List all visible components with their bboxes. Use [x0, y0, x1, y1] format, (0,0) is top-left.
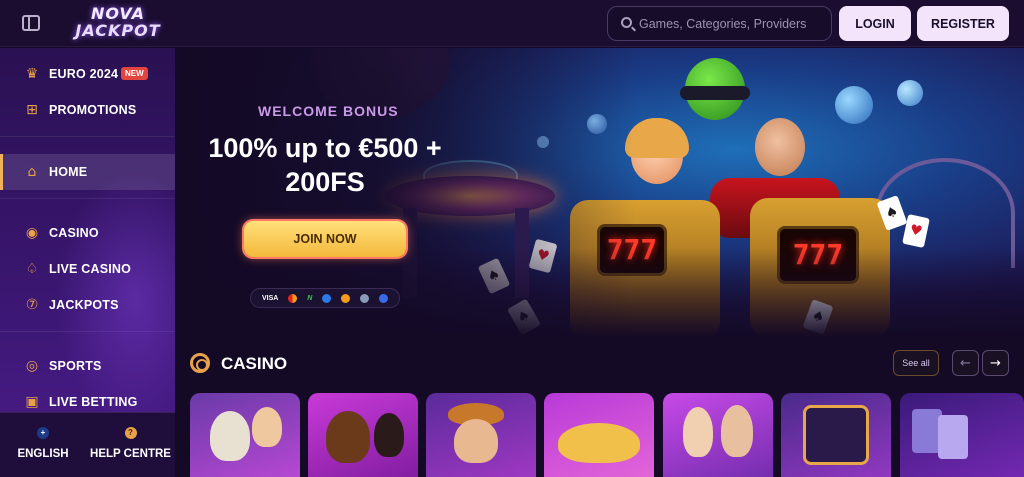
- search-box[interactable]: [607, 6, 832, 41]
- trophy-icon: ♛: [25, 66, 39, 82]
- divider: [0, 136, 175, 137]
- game-thumbnail-figure: [683, 407, 713, 457]
- section-title: CASINO: [221, 354, 288, 373]
- bitcoin-icon: [341, 293, 351, 303]
- game-thumbnail-figure: [938, 415, 968, 459]
- top-bar: NOVA JACKPOT LOGIN REGISTER: [0, 0, 1024, 47]
- language-selector[interactable]: + ENGLISH: [0, 413, 86, 477]
- chip-icon: ◉: [25, 225, 39, 241]
- sidebar-item-casino[interactable]: ◉ CASINO: [0, 215, 175, 251]
- game-thumbnail-figure: [454, 419, 498, 463]
- see-all-button[interactable]: See all: [893, 350, 939, 376]
- join-now-button[interactable]: JOIN NOW: [244, 221, 406, 257]
- game-tile[interactable]: [900, 393, 1024, 477]
- goggles-image: [680, 86, 750, 100]
- sidebar-item-label: EURO 2024: [49, 67, 119, 81]
- neteller-icon: N: [307, 294, 313, 302]
- new-badge: NEW: [121, 67, 148, 80]
- search-icon: [621, 17, 632, 28]
- game-thumbnail-figure: [721, 405, 753, 457]
- sidebar-item-label: CASINO: [49, 226, 99, 240]
- game-tile[interactable]: [781, 393, 891, 477]
- game-tile[interactable]: [426, 393, 536, 477]
- help-centre-label: HELP CENTRE: [90, 448, 171, 460]
- sidebar-toggle-icon[interactable]: [22, 15, 40, 31]
- sidebar-item-home[interactable]: ⌂ HOME: [0, 154, 175, 190]
- help-icon: ?: [124, 427, 137, 439]
- sidebar-item-label: PROMOTIONS: [49, 103, 137, 117]
- sidebar-item-label: SPORTS: [49, 359, 102, 373]
- uk-flag-icon: +: [37, 427, 49, 439]
- mastercard-icon: [288, 293, 298, 303]
- spade-icon: ♤: [25, 261, 39, 277]
- bonus-headline: 100% up to €500 + 200FS: [208, 133, 442, 197]
- divider: [0, 331, 175, 332]
- sidebar-item-sports[interactable]: ◎ SPORTS: [0, 348, 175, 384]
- sidebar-item-live-casino[interactable]: ♤ LIVE CASINO: [0, 251, 175, 287]
- sidebar-item-euro-2024[interactable]: ♛ EURO 2024 NEW: [0, 56, 175, 92]
- game-thumbnail-figure: [803, 405, 869, 465]
- gift-icon: ⊞: [26, 102, 38, 118]
- logo[interactable]: NOVA JACKPOT: [66, 5, 170, 41]
- ball-icon: ◎: [25, 358, 39, 374]
- game-thumbnail-figure: [252, 407, 282, 447]
- game-tile[interactable]: [190, 393, 300, 477]
- previous-arrow-button[interactable]: ←: [952, 350, 979, 376]
- ripple-icon: [322, 293, 332, 303]
- visa-icon: VISA: [261, 294, 279, 302]
- game-thumbnail-figure: [374, 413, 404, 457]
- logo-line-2: JACKPOT: [75, 21, 161, 40]
- game-tile[interactable]: [663, 393, 773, 477]
- planet-image: [897, 80, 923, 106]
- game-thumbnail-figure: [210, 411, 250, 461]
- game-tile[interactable]: [308, 393, 418, 477]
- sidebar-item-label: JACKPOTS: [49, 298, 119, 312]
- logo-line-1: NOVA: [90, 4, 146, 23]
- game-tile[interactable]: [544, 393, 654, 477]
- game-thumbnail-figure: [558, 423, 640, 463]
- casino-chip-icon: [190, 353, 210, 373]
- login-button[interactable]: LOGIN: [839, 6, 911, 41]
- sidebar-footer: + ENGLISH ? HELP CENTRE: [0, 412, 175, 477]
- register-button[interactable]: REGISTER: [917, 6, 1009, 41]
- sidebar-item-label: LIVE BETTING: [49, 395, 138, 409]
- home-icon: ⌂: [27, 164, 37, 180]
- payment-methods: VISA N: [250, 288, 400, 308]
- planet-image: [835, 86, 873, 124]
- sidebar-item-label: HOME: [49, 165, 88, 179]
- sidebar-item-promotions[interactable]: ⊞ PROMOTIONS: [0, 92, 175, 128]
- sidebar-item-label: LIVE CASINO: [49, 262, 132, 276]
- casino-section-header: [190, 350, 210, 376]
- welcome-bonus-label: WELCOME BONUS: [258, 103, 399, 119]
- live-icon: ▣: [25, 394, 39, 410]
- language-label: ENGLISH: [17, 448, 69, 460]
- search-input[interactable]: [639, 7, 827, 40]
- next-arrow-button[interactable]: →: [982, 350, 1009, 376]
- man-character: [755, 118, 805, 176]
- sidebar-item-jackpots[interactable]: ⑦ JACKPOTS: [0, 287, 175, 323]
- game-thumbnail-figure: [326, 411, 370, 463]
- ethereum-icon: [360, 293, 370, 303]
- help-centre-link[interactable]: ? HELP CENTRE: [86, 413, 175, 477]
- litecoin-icon: [379, 293, 388, 303]
- divider: [0, 198, 175, 199]
- seven-icon: ⑦: [25, 297, 39, 313]
